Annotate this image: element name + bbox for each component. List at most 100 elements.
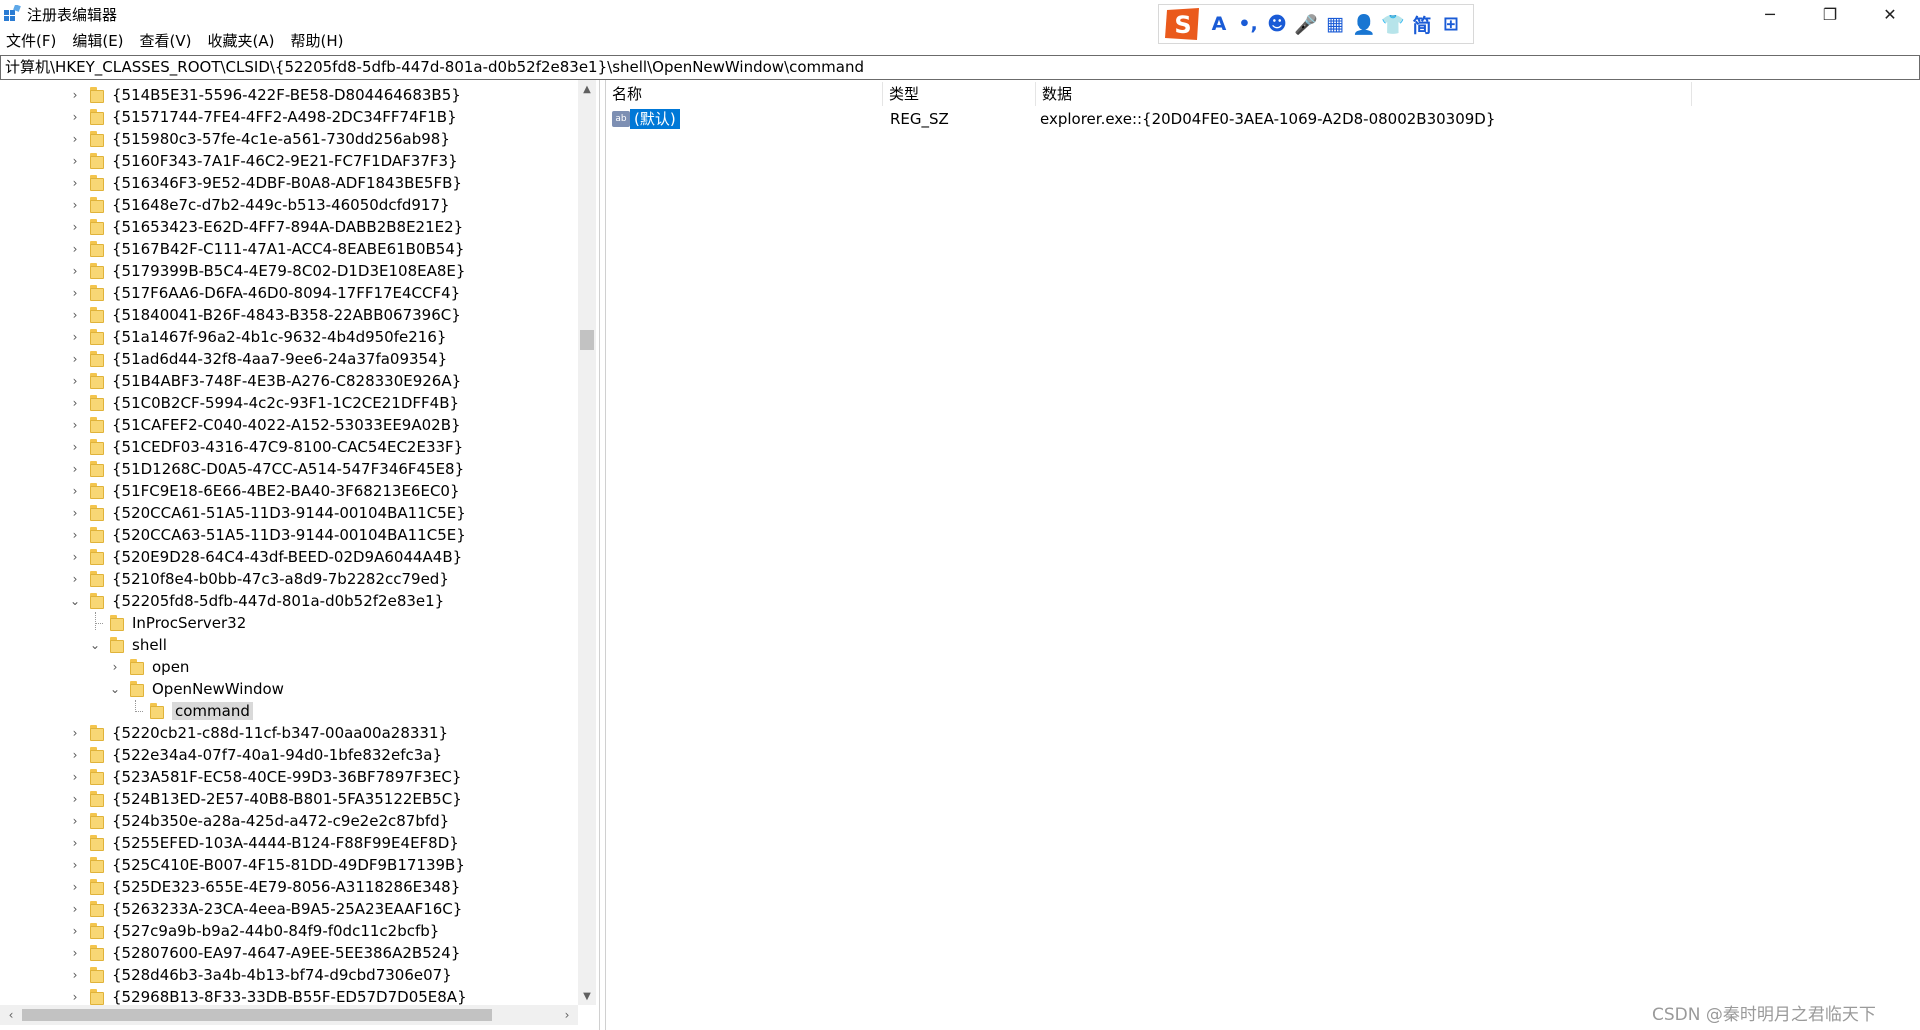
value-name[interactable]: (默认) [630, 109, 680, 129]
tree-node[interactable]: › {516346F3-9E52-4DBF-B0A8-ADF1843BE5FB} [68, 172, 462, 194]
expand-chevron-icon[interactable]: › [68, 352, 82, 366]
simplified-chinese-icon[interactable]: 简 [1409, 11, 1435, 37]
expand-chevron-icon[interactable]: › [68, 726, 82, 740]
expand-chevron-icon[interactable]: › [68, 220, 82, 234]
expand-chevron-icon[interactable]: › [68, 308, 82, 322]
expand-chevron-icon[interactable]: › [68, 572, 82, 586]
tree-node[interactable]: › {51C0B2CF-5994-4c2c-93F1-1C2CE21DFF4B} [68, 392, 459, 414]
tree-node[interactable]: › {51571744-7FE4-4FF2-A498-2DC34FF74F1B} [68, 106, 457, 128]
expand-chevron-icon[interactable]: › [68, 88, 82, 102]
tree-node[interactable]: › {5255EFED-103A-4444-B124-F88F99E4EF8D} [68, 832, 459, 854]
expand-chevron-icon[interactable]: › [68, 990, 82, 1004]
tree-horizontal-scrollbar[interactable]: ‹ › [0, 1005, 578, 1025]
expand-chevron-icon[interactable]: › [68, 506, 82, 520]
scroll-right-arrow-icon[interactable]: › [558, 1005, 576, 1025]
tree-node[interactable]: › {520CCA61-51A5-11D3-9144-00104BA11C5E} [68, 502, 466, 524]
expand-chevron-icon[interactable]: › [68, 374, 82, 388]
tree-node[interactable]: › {525DE323-655E-4E79-8056-A3118286E348} [68, 876, 461, 898]
tree-node[interactable]: › {5160F343-7A1F-46C2-9E21-FC7F1DAF37F3} [68, 150, 458, 172]
tree-node[interactable]: › {51ad6d44-32f8-4aa7-9ee6-24a37fa09354} [68, 348, 448, 370]
expand-chevron-icon[interactable]: › [68, 836, 82, 850]
tree-vertical-scrollbar[interactable]: ▲ ▼ [578, 80, 596, 1005]
tree-node[interactable]: ⌄ {52205fd8-5dfb-447d-801a-d0b52f2e83e1} [68, 590, 444, 612]
expand-chevron-icon[interactable]: › [68, 440, 82, 454]
keyboard-icon[interactable]: ▦ [1322, 11, 1348, 37]
minimize-button[interactable]: ─ [1740, 0, 1800, 28]
expand-chevron-icon[interactable]: › [68, 550, 82, 564]
tree-node[interactable]: › {5210f8e4-b0bb-47c3-a8d9-7b2282cc79ed} [68, 568, 449, 590]
column-header-data[interactable]: 数据 [1036, 82, 1692, 106]
vertical-scroll-thumb[interactable] [580, 330, 594, 350]
scroll-up-arrow-icon[interactable]: ▲ [578, 80, 596, 98]
font-a-icon[interactable]: A [1206, 11, 1232, 37]
expand-chevron-icon[interactable]: › [68, 132, 82, 146]
tree-node[interactable]: › {5220cb21-c88d-11cf-b347-00aa00a28331} [68, 722, 448, 744]
expand-chevron-icon[interactable]: › [68, 770, 82, 784]
tree-node[interactable]: › {51CEDF03-4316-47C9-8100-CAC54EC2E33F} [68, 436, 464, 458]
expand-chevron-icon[interactable]: › [68, 924, 82, 938]
tree-node[interactable]: › {520CCA63-51A5-11D3-9144-00104BA11C5E} [68, 524, 466, 546]
horizontal-scroll-thumb[interactable] [22, 1009, 492, 1021]
expand-chevron-icon[interactable]: › [68, 330, 82, 344]
microphone-icon[interactable]: 🎤 [1293, 11, 1319, 37]
tree-node[interactable]: › {5167B42F-C111-47A1-ACC4-8EABE61B0B54} [68, 238, 465, 260]
expand-chevron-icon[interactable]: › [68, 484, 82, 498]
menu-view[interactable]: 查看(V) [132, 30, 200, 54]
tree-node[interactable]: › {527c9a9b-b9a2-44b0-84f9-f0dc11c2bcfb} [68, 920, 440, 942]
tree-node[interactable]: InProcServer32 [88, 612, 246, 634]
emoji-icon[interactable]: ☻ [1264, 11, 1290, 37]
close-button[interactable]: ✕ [1860, 0, 1920, 28]
expand-chevron-icon[interactable]: › [68, 968, 82, 982]
tree-node[interactable]: › {52807600-EA97-4647-A9EE-5EE386A2B524} [68, 942, 461, 964]
tree-node[interactable]: › {517F6AA6-D6FA-46D0-8094-17FF17E4CCF4} [68, 282, 461, 304]
tree-node[interactable]: › {51D1268C-D0A5-47CC-A514-547F346F45E8} [68, 458, 465, 480]
expand-chevron-icon[interactable]: › [68, 242, 82, 256]
expand-chevron-icon[interactable]: › [68, 198, 82, 212]
tree-node[interactable]: › {51FC9E18-6E66-4BE2-BA40-3F68213E6EC0} [68, 480, 460, 502]
expand-chevron-icon[interactable]: › [68, 286, 82, 300]
expand-chevron-icon[interactable]: › [68, 418, 82, 432]
expand-chevron-icon[interactable]: › [68, 528, 82, 542]
tree-node[interactable]: › {51648e7c-d7b2-449c-b513-46050dcfd917} [68, 194, 450, 216]
tree-node[interactable]: › {522e34a4-07f7-40a1-94d0-1bfe832efc3a} [68, 744, 442, 766]
expand-chevron-icon[interactable]: › [68, 462, 82, 476]
tree-node[interactable]: › {520E9D28-64C4-43df-BEED-02D9A6044A4B} [68, 546, 463, 568]
tree-node[interactable]: › {514B5E31-5596-422F-BE58-D804464683B5} [68, 84, 461, 106]
expand-chevron-icon[interactable]: › [68, 176, 82, 190]
tree-node[interactable]: › {51CAFEF2-C040-4022-A152-53033EE9A02B} [68, 414, 461, 436]
maximize-button[interactable]: ❐ [1800, 0, 1860, 28]
tree-node[interactable]: › {52968B13-8F33-33DB-B55F-ED57D7D05E8A} [68, 986, 467, 1005]
expand-chevron-icon[interactable]: › [68, 858, 82, 872]
menu-help[interactable]: 帮助(H) [282, 30, 351, 54]
tree-node[interactable]: › {5179399B-B5C4-4E79-8C02-D1D3E108EA8E} [68, 260, 466, 282]
apps-grid-icon[interactable]: ⊞ [1438, 11, 1464, 37]
user-settings-icon[interactable]: 👤 [1351, 11, 1377, 37]
tree-node[interactable]: › {528d46b3-3a4b-4b13-bf74-d9cbd7306e07} [68, 964, 452, 986]
tree-node[interactable]: › {5263233A-23CA-4eea-B9A5-25A23EAAF16C} [68, 898, 463, 920]
column-header-name[interactable]: 名称 [606, 82, 883, 106]
tree-node[interactable]: ⌄ OpenNewWindow [108, 678, 284, 700]
expand-chevron-icon[interactable]: › [108, 660, 122, 674]
punctuation-icon[interactable]: •, [1235, 11, 1261, 37]
expand-chevron-icon[interactable]: › [68, 396, 82, 410]
tree-node[interactable]: › {51B4ABF3-748F-4E3B-A276-C828330E926A} [68, 370, 462, 392]
scroll-down-arrow-icon[interactable]: ▼ [578, 987, 596, 1005]
tree-node[interactable]: › {51840041-B26F-4843-B358-22ABB067396C} [68, 304, 461, 326]
expand-chevron-icon[interactable]: › [68, 154, 82, 168]
tree-node[interactable]: › {51a1467f-96a2-4b1c-9632-4b4d950fe216} [68, 326, 447, 348]
expand-chevron-icon[interactable]: › [68, 814, 82, 828]
collapse-chevron-icon[interactable]: ⌄ [108, 682, 122, 696]
tree-node[interactable]: › open [108, 656, 190, 678]
menu-favorites[interactable]: 收藏夹(A) [200, 30, 283, 54]
address-bar[interactable]: 计算机\HKEY_CLASSES_ROOT\CLSID\{52205fd8-5d… [0, 55, 1920, 80]
tree-node[interactable]: › {524B13ED-2E57-40B8-B801-5FA35122EB5C} [68, 788, 462, 810]
tree-node[interactable]: › {524b350e-a28a-425d-a472-c9e2e2c87bfd} [68, 810, 450, 832]
expand-chevron-icon[interactable]: › [68, 880, 82, 894]
menu-edit[interactable]: 编辑(E) [64, 30, 131, 54]
expand-chevron-icon[interactable]: › [68, 110, 82, 124]
menu-file[interactable]: 文件(F) [0, 30, 64, 54]
collapse-chevron-icon[interactable]: ⌄ [88, 638, 102, 652]
expand-chevron-icon[interactable]: › [68, 748, 82, 762]
value-row[interactable]: ab (默认) REG_SZ explorer.exe::{20D04FE0-3… [606, 108, 1920, 130]
tree-node[interactable]: › {51653423-E62D-4FF7-894A-DABB2B8E21E2} [68, 216, 464, 238]
